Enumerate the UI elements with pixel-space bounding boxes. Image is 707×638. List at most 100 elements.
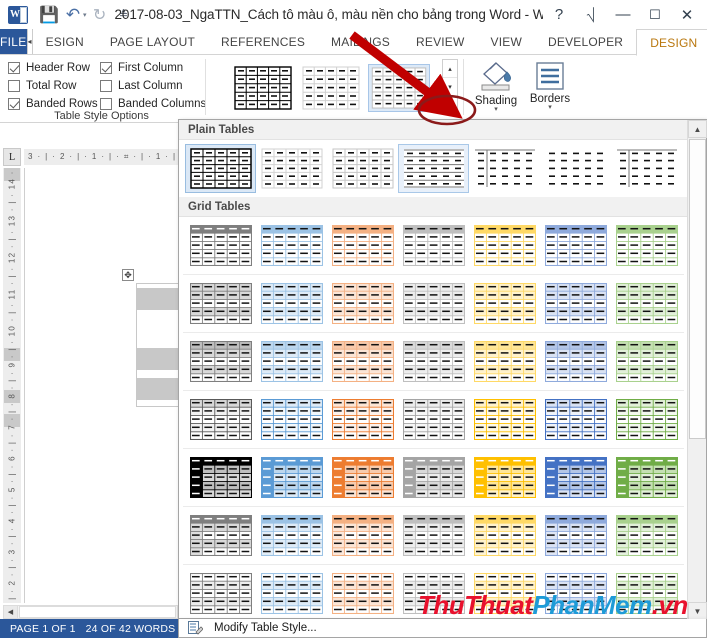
last-column-checkbox-icon[interactable] [100,80,112,92]
style-grid-table-4-5[interactable] [469,395,540,444]
checkbox-header-row[interactable]: Header Row [8,59,100,77]
style-plain-5[interactable] [469,144,540,193]
style-grid-table-5-dark-5[interactable] [469,453,540,502]
style-grid-table-1-light-5[interactable] [469,221,540,270]
minimize-button[interactable]: — [607,2,639,28]
first-column-checkbox-icon[interactable] [100,62,112,74]
shading-button[interactable]: Shading ▾ [468,60,524,118]
status-page-indicator[interactable]: PAGE 1 OF 1 [0,623,76,635]
style-grid-table-4-4[interactable] [398,395,469,444]
undo-dropdown-icon[interactable]: ▾ [83,11,87,19]
ribbon-style-preview-1[interactable] [232,64,294,112]
tab-view[interactable]: VIEW [478,29,535,54]
restore-button[interactable]: ☐ [639,2,671,28]
style-grid-table-6-colorful-2[interactable] [256,511,327,560]
ribbon-style-preview-2[interactable] [300,64,362,112]
style-grid-table-4-1[interactable] [185,395,256,444]
style-grid-table-3-6[interactable] [540,337,611,386]
tab-design-active[interactable]: DESIGN [636,29,707,56]
style-plain-7[interactable] [611,144,682,193]
style-grid-table-6-colorful-7[interactable] [611,511,682,560]
banded-columns-checkbox-icon[interactable] [100,98,112,110]
horizontal-scroll-thumb[interactable] [19,606,176,618]
tab-file[interactable]: FILE [0,29,27,54]
borders-button[interactable]: Borders ▾ [524,60,576,118]
style-grid-table-3-3[interactable] [327,337,398,386]
style-grid-table-1-light-1[interactable] [185,221,256,270]
ribbon-style-preview-3[interactable] [368,64,430,112]
style-grid-table-2-2[interactable] [256,279,327,328]
style-grid-table-3-2[interactable] [256,337,327,386]
tab-selector-button[interactable]: L [3,148,21,166]
style-grid-table-5-dark-7[interactable] [611,453,682,502]
style-plain-6[interactable] [540,144,611,193]
style-plain-1[interactable] [185,144,256,193]
scroll-left-icon[interactable]: ◀ [4,606,18,618]
style-grid-table-5-dark-3[interactable] [327,453,398,502]
horizontal-scrollbar[interactable]: ◀ [3,605,178,619]
redo-icon[interactable]: ↻ [89,4,111,26]
style-grid-table-6-colorful-1[interactable] [185,511,256,560]
style-grid-table-3-7[interactable] [611,337,682,386]
gallery-scroll-up-icon[interactable]: ▴ [443,60,457,79]
banded-rows-checkbox-icon[interactable] [8,98,20,110]
tab-design-left[interactable]: ESIGN [33,29,97,54]
modify-table-style-command[interactable]: Modify Table Style... [178,619,707,638]
style-grid-table-4-7[interactable] [611,395,682,444]
style-grid-table-7-colorful-3[interactable] [327,569,398,618]
checkbox-first-column[interactable]: First Column [100,59,210,77]
style-grid-table-6-colorful-4[interactable] [398,511,469,560]
style-grid-table-2-5[interactable] [469,279,540,328]
style-grid-table-5-dark-6[interactable] [540,453,611,502]
style-grid-table-7-colorful-1[interactable] [185,569,256,618]
undo-icon[interactable]: ↶ [62,4,84,26]
style-grid-table-7-colorful-2[interactable] [256,569,327,618]
style-grid-table-4-6[interactable] [540,395,611,444]
table-move-handle[interactable]: ✥ [122,269,134,281]
total-row-checkbox-icon[interactable] [8,80,20,92]
gallery-scroll-thumb[interactable] [689,139,706,439]
style-grid-table-2-4[interactable] [398,279,469,328]
style-grid-table-3-1[interactable] [185,337,256,386]
ribbon-display-options-button[interactable]: ⎷ [575,2,607,28]
style-grid-table-4-2[interactable] [256,395,327,444]
style-grid-table-3-4[interactable] [398,337,469,386]
style-plain-2[interactable] [256,144,327,193]
gallery-scroll-down-arrow-icon[interactable]: ▼ [688,602,707,620]
tab-page-layout[interactable]: PAGE LAYOUT [97,29,208,54]
style-grid-table-2-3[interactable] [327,279,398,328]
style-grid-table-6-colorful-3[interactable] [327,511,398,560]
tab-review[interactable]: REVIEW [403,29,478,54]
style-grid-table-5-dark-1[interactable] [185,453,256,502]
style-grid-table-2-1[interactable] [185,279,256,328]
style-grid-table-1-light-6[interactable] [540,221,611,270]
save-icon[interactable]: 💾 [38,4,60,26]
horizontal-ruler[interactable]: 3 · | · 2 · | · 1 · | · ⌗ · | · 1 · | [24,149,182,165]
checkbox-last-column[interactable]: Last Column [100,77,210,95]
tab-mailings[interactable]: MAILINGS [318,29,403,54]
tab-developer[interactable]: DEVELOPER [535,29,636,54]
gallery-scrollbar[interactable]: ▲ ▼ [687,120,707,620]
style-grid-table-3-5[interactable] [469,337,540,386]
style-plain-4[interactable] [398,144,469,193]
style-grid-table-1-light-7[interactable] [611,221,682,270]
borders-caret-icon[interactable]: ▾ [548,104,552,111]
style-grid-table-2-7[interactable] [611,279,682,328]
close-button[interactable]: ✕ [671,2,703,28]
vertical-ruler[interactable]: · | · 1 · | · 2 · | · 3 · | · 4 · | · 5 … [3,168,21,603]
style-grid-table-4-3[interactable] [327,395,398,444]
style-grid-table-1-light-4[interactable] [398,221,469,270]
header-row-checkbox-icon[interactable] [8,62,20,74]
help-button[interactable]: ? [543,2,575,28]
gallery-scroll-down-icon[interactable]: ▾ [443,78,457,97]
style-grid-table-1-light-3[interactable] [327,221,398,270]
style-grid-table-2-6[interactable] [540,279,611,328]
status-word-count[interactable]: 24 OF 42 WORDS [76,623,176,635]
style-grid-table-6-colorful-5[interactable] [469,511,540,560]
gallery-scroll-up-arrow-icon[interactable]: ▲ [688,120,707,138]
table-styles-dropdown-gallery[interactable]: Plain Tables Grid Tables ▲ ▼ [178,119,707,620]
style-grid-table-1-light-2[interactable] [256,221,327,270]
style-grid-table-5-dark-4[interactable] [398,453,469,502]
style-grid-table-5-dark-2[interactable] [256,453,327,502]
shading-caret-icon[interactable]: ▾ [494,106,498,113]
